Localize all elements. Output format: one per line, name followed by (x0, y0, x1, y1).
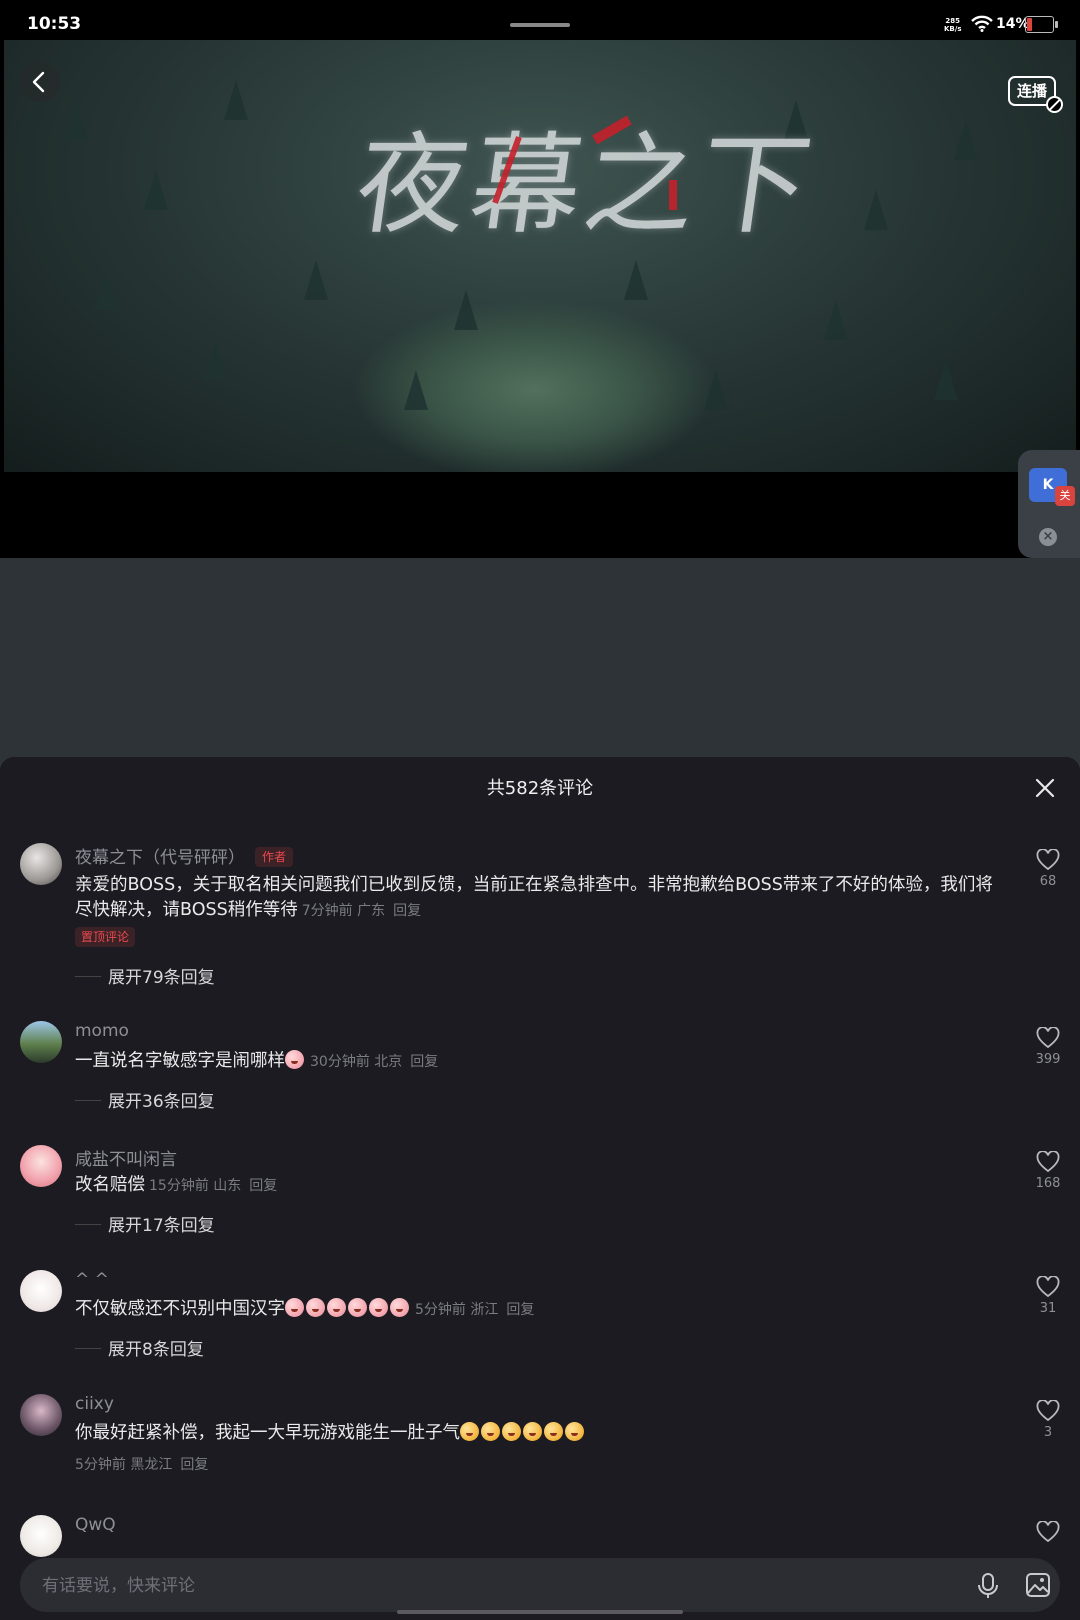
close-widget-icon[interactable]: × (1039, 528, 1057, 546)
like-count: 168 (1035, 1176, 1061, 1191)
heart-icon (1036, 1521, 1060, 1543)
reply-button[interactable]: 回复 (410, 1054, 438, 1070)
emoji-icon (502, 1422, 521, 1441)
like-button[interactable]: 68 (1030, 849, 1066, 889)
comments-count-title: 共582条评论 (486, 778, 594, 799)
emoji-icon (306, 1298, 325, 1317)
heart-icon (1036, 1151, 1060, 1173)
reply-button[interactable]: 回复 (393, 903, 421, 919)
emoji-icon (565, 1422, 584, 1441)
close-icon[interactable] (1034, 777, 1056, 799)
back-button[interactable] (20, 62, 60, 102)
emoji-icon (285, 1298, 304, 1317)
author-badge: 作者 (255, 847, 294, 867)
heart-icon (1036, 1027, 1060, 1049)
avatar[interactable] (20, 1515, 62, 1557)
widget-badge: 关 (1055, 486, 1075, 506)
expand-replies-button[interactable]: 展开79条回复 (75, 963, 215, 988)
like-count: 31 (1039, 1301, 1057, 1316)
video-frame[interactable]: 夜幕之下 (4, 40, 1076, 472)
comment-username[interactable]: momo (75, 1021, 129, 1041)
reply-button[interactable]: 回复 (249, 1178, 277, 1194)
emoji-icon (390, 1298, 409, 1317)
expand-replies-button[interactable]: 展开17条回复 (75, 1211, 215, 1236)
emoji-icon (348, 1298, 367, 1317)
expand-replies-button[interactable]: 展开36条回复 (75, 1087, 215, 1112)
avatar[interactable] (20, 1145, 62, 1187)
avatar[interactable] (20, 1394, 62, 1436)
comment-text: 改名赔偿 15分钟前 山东 回复 (75, 1175, 278, 1195)
status-time: 10:53 (27, 14, 82, 34)
video-title-art: 夜幕之下 (348, 121, 823, 249)
comments-panel: 共582条评论 夜幕之下（代号砰砰） 作者 亲爱的BOSS，关于取名相关问题我们已… (0, 757, 1080, 1620)
like-count: 399 (1035, 1052, 1061, 1067)
comment-username[interactable]: 咸盐不叫闲言 (75, 1145, 177, 1170)
comment-username[interactable]: QwQ (75, 1515, 116, 1535)
comment-username[interactable]: 夜幕之下（代号砰砰） 作者 (75, 843, 294, 868)
like-count: 3 (1043, 1425, 1053, 1440)
status-bar: 10:53 285 KB/s 14% (0, 0, 1080, 40)
emoji-icon (544, 1422, 563, 1441)
comment-text: 一直说名字敏感字是闹哪样 30分钟前 北京 回复 (75, 1050, 439, 1071)
emoji-icon (285, 1050, 304, 1069)
window-handle[interactable] (510, 23, 570, 27)
chevron-left-icon (32, 71, 45, 93)
expand-replies-button[interactable]: 展开8条回复 (75, 1335, 204, 1360)
like-button[interactable]: 31 (1030, 1276, 1066, 1316)
avatar[interactable] (20, 1270, 62, 1312)
battery-icon (1025, 16, 1058, 33)
heart-icon (1036, 849, 1060, 871)
reply-button[interactable]: 回复 (506, 1302, 534, 1318)
like-button[interactable] (1030, 1521, 1066, 1543)
comment-meta: 5分钟前 黑龙江 回复 (75, 1457, 209, 1473)
heart-icon (1036, 1276, 1060, 1298)
emoji-icon (460, 1422, 479, 1441)
like-button[interactable]: 399 (1030, 1027, 1066, 1067)
autoplay-toggle[interactable]: 连播 (1008, 76, 1063, 113)
comment-username[interactable]: ^ ^ (75, 1270, 109, 1290)
like-button[interactable]: 168 (1030, 1151, 1066, 1191)
comment-text: 亲爱的BOSS，关于取名相关问题我们已收到反馈，当前正在紧急排查中。非常抱歉给B… (75, 875, 993, 920)
network-speed: 285 KB/s (944, 17, 962, 33)
like-button[interactable]: 3 (1030, 1400, 1066, 1440)
comment-text: 你最好赶紧补偿，我起一大早玩游戏能生一肚子气 (75, 1421, 1005, 1446)
wifi-icon (971, 15, 993, 32)
avatar[interactable] (20, 1021, 62, 1063)
pinned-badge: 置顶评论 (75, 927, 136, 947)
video-player[interactable]: 夜幕之下 连播 (0, 40, 1080, 558)
comment-input-bar (20, 1558, 1060, 1614)
home-indicator[interactable] (397, 1610, 683, 1614)
heart-icon (1036, 1400, 1060, 1422)
comment-input[interactable] (40, 1558, 924, 1614)
avatar[interactable] (20, 843, 62, 885)
reply-button[interactable]: 回复 (180, 1457, 208, 1473)
comment-text: 不仅敏感还不识别中国汉字 5分钟前 浙江 回复 (75, 1298, 535, 1319)
emoji-icon (481, 1422, 500, 1441)
microphone-icon[interactable] (977, 1572, 999, 1600)
emoji-icon (523, 1422, 542, 1441)
disabled-icon (1046, 96, 1063, 113)
like-count: 68 (1039, 874, 1057, 889)
comment-username[interactable]: ciixy (75, 1394, 114, 1414)
floating-widget[interactable]: K 关 × (1018, 450, 1080, 558)
emoji-icon (327, 1298, 346, 1317)
emoji-icon (369, 1298, 388, 1317)
image-icon[interactable] (1025, 1572, 1051, 1598)
